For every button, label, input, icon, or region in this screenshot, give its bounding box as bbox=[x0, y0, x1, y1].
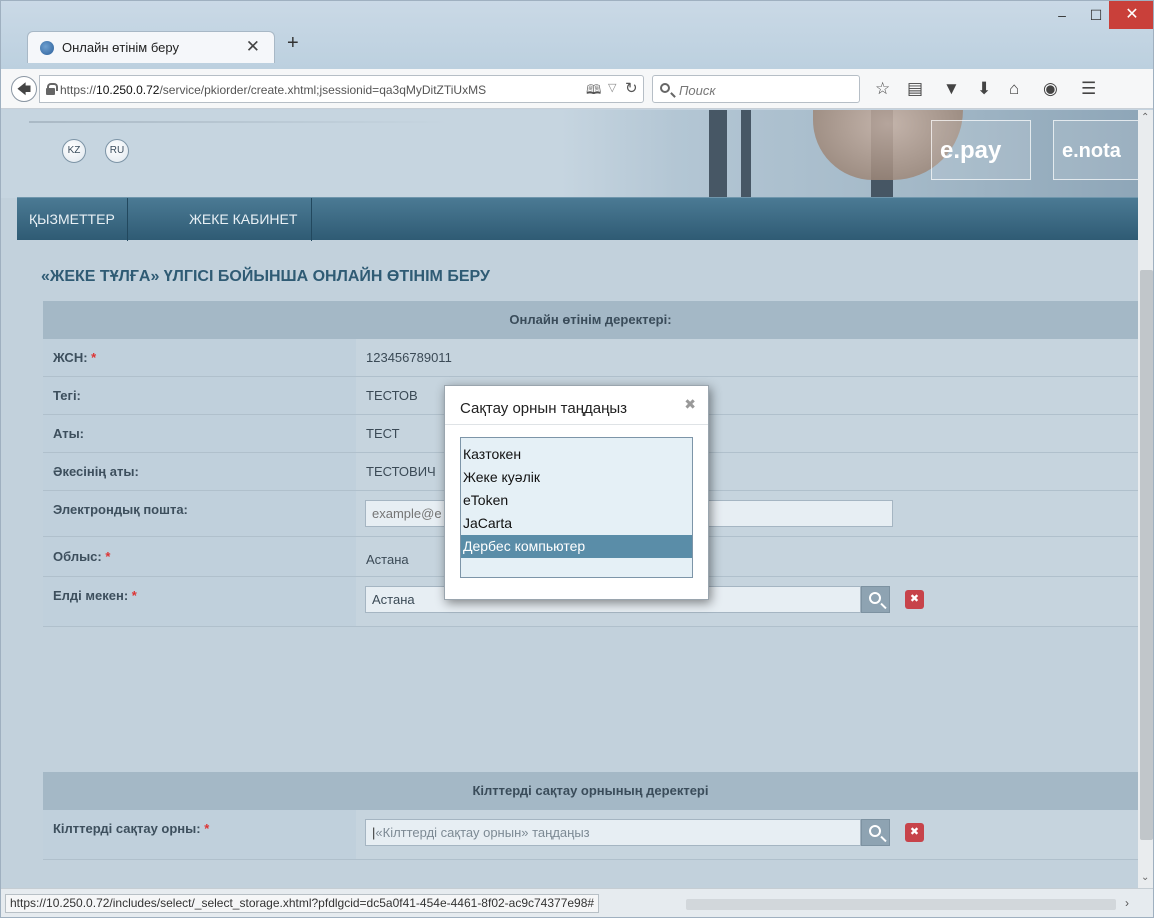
url-text[interactable]: https://10.250.0.72/service/pkiorder/cre… bbox=[60, 83, 486, 97]
header-divider bbox=[29, 121, 449, 123]
storage-label: Кілттерді сақтау орны: * bbox=[53, 821, 210, 836]
reader-view-icon[interactable]: 🕮 bbox=[586, 81, 601, 103]
tab-close-icon[interactable]: ✕ bbox=[246, 37, 260, 57]
storage-clear-button[interactable]: ✖ bbox=[905, 823, 924, 842]
banner-decoration bbox=[741, 110, 751, 198]
lang-kz-button[interactable]: KZ bbox=[62, 139, 86, 163]
locality-search-button[interactable] bbox=[861, 586, 890, 613]
section-header-storage: Кілттерді сақтау орнының деректері bbox=[43, 772, 1138, 810]
section-header-application: Онлайн өтінім деректері: bbox=[43, 301, 1138, 339]
download-icon[interactable]: ⬇ bbox=[977, 79, 991, 99]
maximize-icon[interactable]: ☐ bbox=[1081, 1, 1111, 29]
storage-option[interactable]: JaCarta bbox=[461, 512, 692, 535]
name-label: Аты: bbox=[53, 426, 85, 441]
iin-value: 123456789011 bbox=[366, 350, 452, 365]
magnifier-icon bbox=[869, 592, 881, 604]
enota-logo[interactable]: e.nota bbox=[1053, 120, 1138, 180]
site-header: KZ RU e.pay e.nota bbox=[1, 110, 1138, 198]
search-icon bbox=[660, 83, 670, 93]
window-close-icon[interactable]: ✕ bbox=[1109, 1, 1153, 29]
browser-tab[interactable]: Онлайн өтінім беру ✕ bbox=[27, 31, 275, 63]
patronymic-label: Әкесінің аты: bbox=[53, 464, 139, 479]
bookmark-star-icon[interactable]: ☆ bbox=[875, 79, 890, 99]
tab-title: Онлайн өтінім беру bbox=[62, 40, 179, 55]
select-storage-dialog: Сақтау орнын таңдаңыз ✖ Казтокен Жеке ку… bbox=[444, 385, 709, 600]
pocket-icon[interactable]: ▼ bbox=[943, 79, 960, 99]
locality-clear-button[interactable]: ✖ bbox=[905, 590, 924, 609]
menu-item-services[interactable]: ҚЫЗМЕТТЕР bbox=[17, 198, 128, 241]
back-arrow-icon[interactable]: 🡄 bbox=[11, 76, 37, 102]
dialog-divider bbox=[445, 424, 708, 425]
bookmarks-list-icon[interactable]: ▤ bbox=[907, 79, 923, 99]
horizontal-scroll-thumb[interactable] bbox=[686, 899, 1116, 910]
url-path: /service/pkiorder/create.xhtml;jsessioni… bbox=[159, 83, 487, 97]
form-row-storage: Кілттерді сақтау орны: * |«Кілттерді сақ… bbox=[43, 810, 1138, 860]
browser-window: Онлайн өтінім беру ✕ + – ☐ ✕ 🡄 https://1… bbox=[0, 0, 1154, 918]
minimize-icon[interactable]: – bbox=[1047, 1, 1077, 29]
dialog-title: Сақтау орнын таңдаңыз bbox=[460, 400, 628, 417]
reload-icon[interactable]: ↻ bbox=[625, 79, 638, 97]
banner-decoration bbox=[709, 110, 727, 198]
locality-label: Елді мекен: * bbox=[53, 588, 137, 603]
status-bar: https://10.250.0.72/includes/select/_sel… bbox=[1, 888, 1153, 917]
address-bar[interactable]: https://10.250.0.72/service/pkiorder/cre… bbox=[39, 75, 644, 103]
main-menu: ҚЫЗМЕТТЕР ЖЕКЕ КАБИНЕТ bbox=[17, 197, 1138, 241]
title-bar: Онлайн өтінім беру ✕ + – ☐ ✕ bbox=[1, 1, 1153, 69]
storage-placeholder: «Кілттерді сақтау орнын» таңдаңыз bbox=[375, 825, 590, 840]
scroll-up-icon[interactable]: ⌃ bbox=[1141, 112, 1149, 123]
chat-icon[interactable]: ◉ bbox=[1043, 79, 1058, 99]
email-label: Электрондық пошта: bbox=[53, 502, 188, 517]
scroll-right-icon[interactable]: › bbox=[1125, 896, 1129, 910]
page-title: «ЖЕКЕ ТҰЛҒА» ҮЛГІСІ БОЙЫНША ОНЛАЙН ӨТІНІ… bbox=[41, 268, 490, 285]
required-mark: * bbox=[204, 821, 210, 836]
value-cell bbox=[356, 339, 1138, 376]
region-label: Облыс: * bbox=[53, 549, 111, 564]
status-url: https://10.250.0.72/includes/select/_sel… bbox=[5, 894, 600, 913]
home-icon[interactable]: ⌂ bbox=[1009, 79, 1019, 99]
url-dropdown-icon[interactable]: ▽ bbox=[608, 81, 616, 94]
form-row-iin: ЖСН: * 123456789011 bbox=[43, 339, 1138, 377]
scroll-thumb[interactable] bbox=[1140, 270, 1153, 840]
patronymic-value: ТЕСТОВИЧ bbox=[366, 464, 436, 479]
vertical-scrollbar[interactable]: ⌃ ⌄ bbox=[1138, 110, 1153, 888]
lock-icon bbox=[46, 83, 58, 95]
new-tab-button[interactable]: + bbox=[287, 32, 299, 55]
dialog-close-icon[interactable]: ✖ bbox=[684, 396, 696, 413]
scroll-down-icon[interactable]: ⌄ bbox=[1141, 872, 1149, 883]
surname-value: ТЕСТОВ bbox=[366, 388, 418, 403]
menu-item-cabinet[interactable]: ЖЕКЕ КАБИНЕТ bbox=[173, 198, 313, 241]
storage-option[interactable]: Казтокен bbox=[461, 443, 692, 466]
epay-logo[interactable]: e.pay bbox=[931, 120, 1031, 180]
surname-label: Тегі: bbox=[53, 388, 81, 403]
globe-favicon-icon bbox=[40, 41, 54, 55]
region-value: Астана bbox=[366, 552, 409, 567]
iin-label: ЖСН: * bbox=[53, 350, 97, 365]
search-bar[interactable]: Поиск bbox=[652, 75, 860, 103]
navigation-toolbar: 🡄 https://10.250.0.72/service/pkiorder/c… bbox=[1, 69, 1153, 109]
url-host: 10.250.0.72 bbox=[96, 83, 160, 97]
storage-input[interactable]: |«Кілттерді сақтау орнын» таңдаңыз bbox=[365, 819, 861, 846]
storage-option-selected[interactable]: Дербес компьютер bbox=[461, 535, 692, 558]
magnifier-icon bbox=[869, 825, 881, 837]
required-mark: * bbox=[91, 350, 97, 365]
lang-ru-button[interactable]: RU bbox=[105, 139, 129, 163]
required-mark: * bbox=[131, 588, 137, 603]
required-mark: * bbox=[105, 549, 111, 564]
storage-option[interactable]: eToken bbox=[461, 489, 692, 512]
hamburger-menu-icon[interactable]: ☰ bbox=[1081, 79, 1096, 99]
name-value: ТЕСТ bbox=[366, 426, 400, 441]
storage-search-button[interactable] bbox=[861, 819, 890, 846]
storage-option[interactable]: Жеке куәлік bbox=[461, 466, 692, 489]
storage-listbox[interactable]: Казтокен Жеке куәлік eToken JaCarta Дерб… bbox=[460, 437, 693, 578]
search-placeholder: Поиск bbox=[679, 83, 716, 98]
